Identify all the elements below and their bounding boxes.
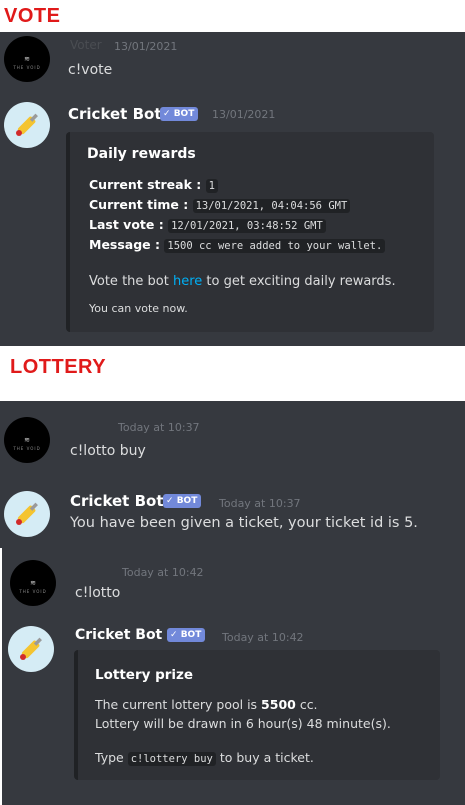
field-current-streak: Current streak : 1 xyxy=(89,177,218,193)
avatar-logo-text: THE VOID xyxy=(19,589,47,594)
avatar-logo: ≋ xyxy=(24,55,30,63)
lottery-chat-panel-top: ≋ THE VOID Today at 10:37 c!lotto buy Cr… xyxy=(0,401,465,548)
field-value: 13/01/2021, 04:04:56 GMT xyxy=(192,199,351,213)
check-icon: ✓ xyxy=(163,109,171,119)
badge-label: BOT xyxy=(180,630,202,640)
field-current-time: Current time : 13/01/2021, 04:04:56 GMT xyxy=(89,197,351,213)
embed-title: Lottery prize xyxy=(95,667,194,683)
message-text: c!lotto buy xyxy=(70,443,146,459)
pool-amount: 5500 xyxy=(261,697,296,712)
vote-link[interactable]: here xyxy=(173,274,202,289)
timestamp: 13/01/2021 xyxy=(114,40,178,53)
message-text: You have been given a ticket, your ticke… xyxy=(70,515,418,531)
description-text: Vote the bot xyxy=(89,274,173,289)
check-icon: ✓ xyxy=(170,630,178,640)
bot-name[interactable]: Cricket Bot xyxy=(75,627,162,643)
bot-avatar[interactable] xyxy=(8,626,54,672)
lottery-pool-line: The current lottery pool is 5500 cc. xyxy=(95,697,318,712)
timestamp: Today at 10:42 xyxy=(122,566,204,579)
user-avatar[interactable]: ≋ THE VOID xyxy=(10,560,56,606)
field-separator: : xyxy=(178,197,193,212)
field-last-vote: Last vote : 12/01/2021, 03:48:52 GMT xyxy=(89,217,326,233)
avatar-logo-text: THE VOID xyxy=(13,65,41,70)
field-separator: : xyxy=(154,217,169,232)
lottery-buy-hint-line: Type c!lottery buy to buy a ticket. xyxy=(95,750,314,766)
timestamp: Today at 10:37 xyxy=(219,497,301,510)
badge-label: BOT xyxy=(173,109,195,119)
username[interactable]: Voter xyxy=(70,38,102,52)
bot-badge: ✓ BOT xyxy=(167,628,206,642)
bot-avatar[interactable] xyxy=(4,102,50,148)
avatar-logo: ≋ xyxy=(30,579,36,587)
hint-text: Type xyxy=(95,750,128,765)
cricket-bat-icon xyxy=(20,637,42,660)
field-label: Current time xyxy=(89,197,179,212)
field-label: Last vote xyxy=(89,217,155,232)
message-text: c!vote xyxy=(68,62,113,78)
field-message: Message : 1500 cc were added to your wal… xyxy=(89,237,386,253)
field-value: 1 xyxy=(205,179,218,193)
bot-name[interactable]: Cricket Bot xyxy=(68,105,162,123)
timestamp: Today at 10:42 xyxy=(222,631,304,644)
description-text: to get exciting daily rewards. xyxy=(202,274,396,289)
bot-badge: ✓ BOT xyxy=(163,494,202,508)
daily-rewards-embed: Daily rewards Current streak : 1 Current… xyxy=(66,132,434,332)
field-label: Message xyxy=(89,237,151,252)
lottery-chat-panel-bottom: ≋ THE VOID Today at 10:42 c!lotto Cricke… xyxy=(0,548,465,805)
lottery-section-label: LOTTERY xyxy=(10,356,107,378)
field-separator: : xyxy=(150,237,165,252)
field-separator: : xyxy=(191,177,206,192)
pool-text: The current lottery pool is xyxy=(95,697,262,712)
hint-text: to buy a ticket. xyxy=(215,750,314,765)
timestamp: 13/01/2021 xyxy=(212,108,276,121)
avatar-logo-text: THE VOID xyxy=(13,446,41,451)
field-value: 12/01/2021, 03:48:52 GMT xyxy=(168,219,326,233)
lottery-prize-embed: Lottery prize The current lottery pool i… xyxy=(74,650,440,780)
badge-label: BOT xyxy=(176,496,198,506)
timestamp: Today at 10:37 xyxy=(118,421,200,434)
cricket-bat-icon xyxy=(16,502,38,525)
user-avatar[interactable]: ≋ THE VOID xyxy=(4,36,50,82)
bot-name[interactable]: Cricket Bot xyxy=(70,492,164,510)
pool-unit: cc. xyxy=(295,697,318,712)
embed-footer: You can vote now. xyxy=(89,302,188,315)
lottery-draw-time-line: Lottery will be drawn in 6 hour(s) 48 mi… xyxy=(95,716,391,731)
user-avatar[interactable]: ≋ THE VOID xyxy=(4,417,50,463)
field-value: 1500 cc were added to your wallet. xyxy=(164,239,386,253)
embed-description: Vote the bot here to get exciting daily … xyxy=(89,274,396,289)
command-code: c!lottery buy xyxy=(127,752,216,766)
field-label: Current streak xyxy=(89,177,192,192)
bot-avatar[interactable] xyxy=(4,491,50,537)
check-icon: ✓ xyxy=(166,496,174,506)
vote-section-label: VOTE xyxy=(4,5,61,27)
embed-title: Daily rewards xyxy=(87,146,196,162)
bot-badge: ✓ BOT xyxy=(160,107,199,121)
avatar-logo: ≋ xyxy=(24,436,30,444)
message-text: c!lotto xyxy=(75,585,121,601)
vote-chat-panel: ≋ THE VOID Voter 13/01/2021 c!vote Crick… xyxy=(0,32,465,346)
cricket-bat-icon xyxy=(16,113,38,136)
